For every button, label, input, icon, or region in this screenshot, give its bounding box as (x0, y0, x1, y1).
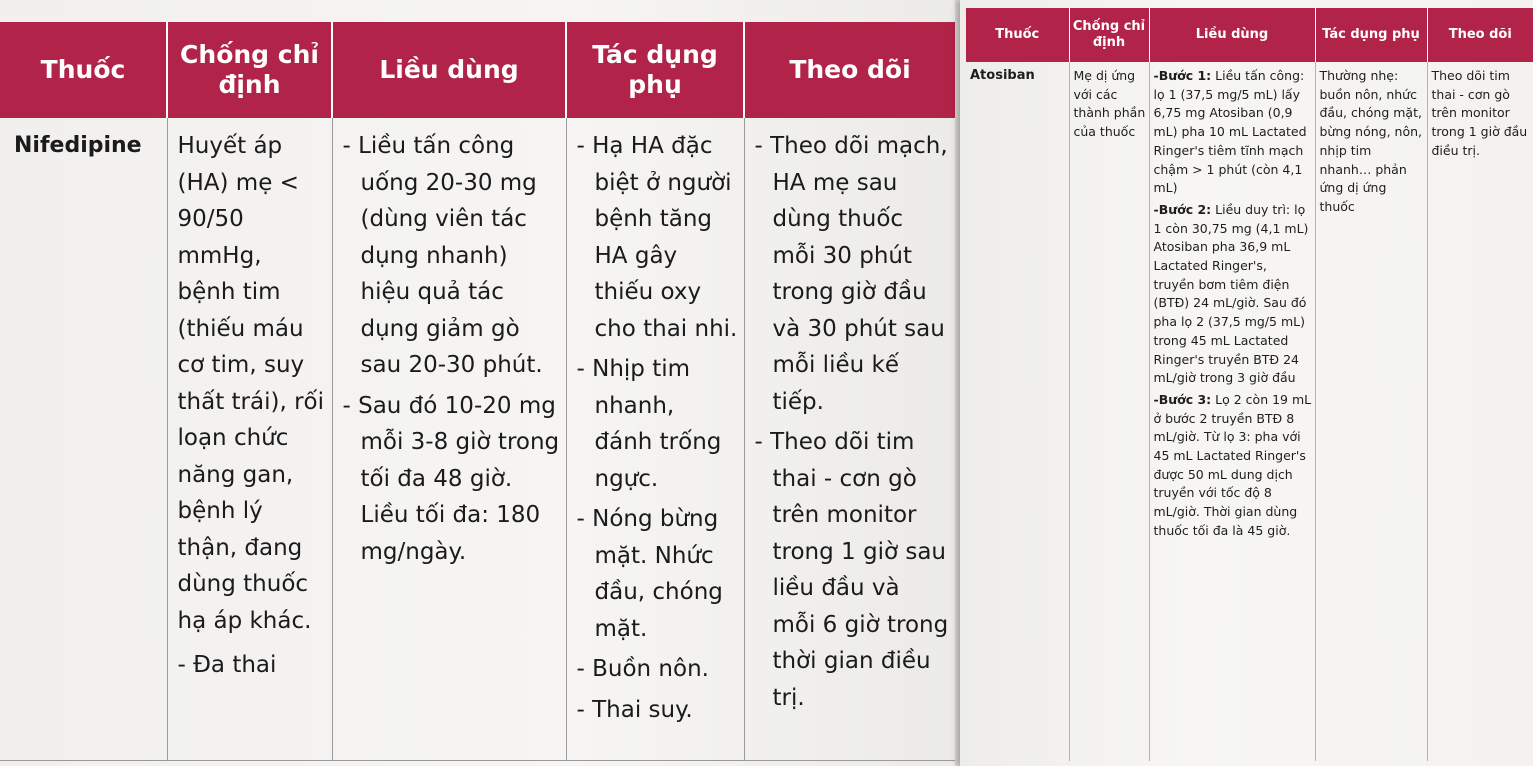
contraindications-text: Huyết áp (HA) mẹ < 90/50 mmHg, bệnh tim … (177, 133, 325, 634)
drug-name-cell: Atosiban (966, 62, 1070, 761)
header-dosage: Liều dùng (1149, 8, 1316, 62)
header-row: Thuốc Chống chỉ định Liều dùng Tác dụng … (966, 8, 1533, 62)
contraindications-cell: Huyết áp (HA) mẹ < 90/50 mmHg, bệnh tim … (167, 118, 333, 761)
step-label: -Bước 3: (1153, 391, 1212, 407)
step-label: -Bước 2: (1153, 201, 1212, 217)
header-drug: Thuốc (966, 8, 1070, 62)
monitoring-item: - Theo dõi tim thai - cơn gò trên monito… (754, 429, 949, 711)
drug-name-cell: Nifedipine (0, 118, 168, 761)
side-effect-item: - Thai suy. (576, 696, 693, 723)
header-contraindications: Chống chỉ định (1069, 8, 1150, 62)
dosage-cell: -Bước 1: Liều tấn công: lọ 1 (37,5 mg/5 … (1149, 62, 1316, 761)
contraindication-extra: - Đa thai (177, 652, 277, 678)
side-effects-cell: - Hạ HA đặc biệt ở người bệnh tăng HA gâ… (566, 118, 745, 761)
header-monitoring: Theo dõi (1427, 8, 1533, 62)
table-row: Nifedipine Huyết áp (HA) mẹ < 90/50 mmHg… (0, 118, 955, 761)
contraindications-cell: Mẹ dị ứng với các thành phần của thuốc (1069, 62, 1150, 761)
step-text: Liều duy trì: lọ 1 còn 30,75 mg (4,1 mL)… (1153, 201, 1309, 386)
side-effects-cell: Thường nhẹ: buồn nôn, nhức đầu, chóng mặ… (1315, 62, 1428, 761)
monitoring-item: - Theo dõi mạch, HA mẹ sau dùng thuốc mỗ… (754, 133, 948, 415)
dosage-item: - Sau đó 10-20 mg mỗi 3-8 giờ trong tối … (342, 392, 560, 565)
side-effect-item: - Nhịp tim nhanh, đánh trống ngực. (576, 356, 722, 492)
step-text: Lọ 2 còn 19 mL ở bước 2 truyền BTĐ 8 mL/… (1153, 391, 1312, 538)
side-effect-item: - Nóng bừng mặt. Nhức đầu, chóng mặt. (576, 506, 723, 642)
dosage-cell: - Liều tấn công uống 20-30 mg (dùng viên… (332, 118, 567, 761)
side-effect-item: - Buồn nôn. (576, 656, 709, 682)
header-contraindications: Chống chỉ định (167, 22, 333, 118)
header-drug: Thuốc (0, 22, 168, 118)
atosiban-table: Thuốc Chống chỉ định Liều dùng Tác dụng … (966, 8, 1533, 761)
step-text: Liều tấn công: lọ 1 (37,5 mg/5 mL) lấy 6… (1153, 68, 1307, 196)
dosage-step: -Bước 1: Liều tấn công: lọ 1 (37,5 mg/5 … (1154, 67, 1312, 198)
step-label: -Bước 1: (1153, 68, 1212, 83)
right-book-page: Thuốc Chống chỉ định Liều dùng Tác dụng … (960, 0, 1533, 766)
side-effect-item: - Hạ HA đặc biệt ở người bệnh tăng HA gâ… (576, 133, 738, 342)
table-row: Atosiban Mẹ dị ứng với các thành phần củ… (966, 62, 1533, 761)
left-book-page: Thuốc Chống chỉ định Liều dùng Tác dụng … (0, 0, 955, 766)
monitoring-cell: Theo dõi tim thai - cơn gò trên monitor … (1431, 68, 1528, 158)
dosage-step: -Bước 3: Lọ 2 còn 19 mL ở bước 2 truyền … (1154, 391, 1312, 541)
header-dosage: Liều dùng (332, 22, 567, 118)
dosage-step: -Bước 2: Liều duy trì: lọ 1 còn 30,75 mg… (1154, 201, 1312, 388)
nifedipine-table: Thuốc Chống chỉ định Liều dùng Tác dụng … (0, 22, 955, 761)
header-row: Thuốc Chống chỉ định Liều dùng Tác dụng … (0, 22, 955, 118)
header-side-effects: Tác dụng phụ (566, 22, 745, 118)
monitoring-cell: - Theo dõi mạch, HA mẹ sau dùng thuốc mỗ… (744, 118, 955, 761)
dosage-item: - Liều tấn công uống 20-30 mg (dùng viên… (342, 133, 543, 378)
header-side-effects: Tác dụng phụ (1315, 8, 1428, 62)
header-monitoring: Theo dõi (744, 22, 955, 118)
